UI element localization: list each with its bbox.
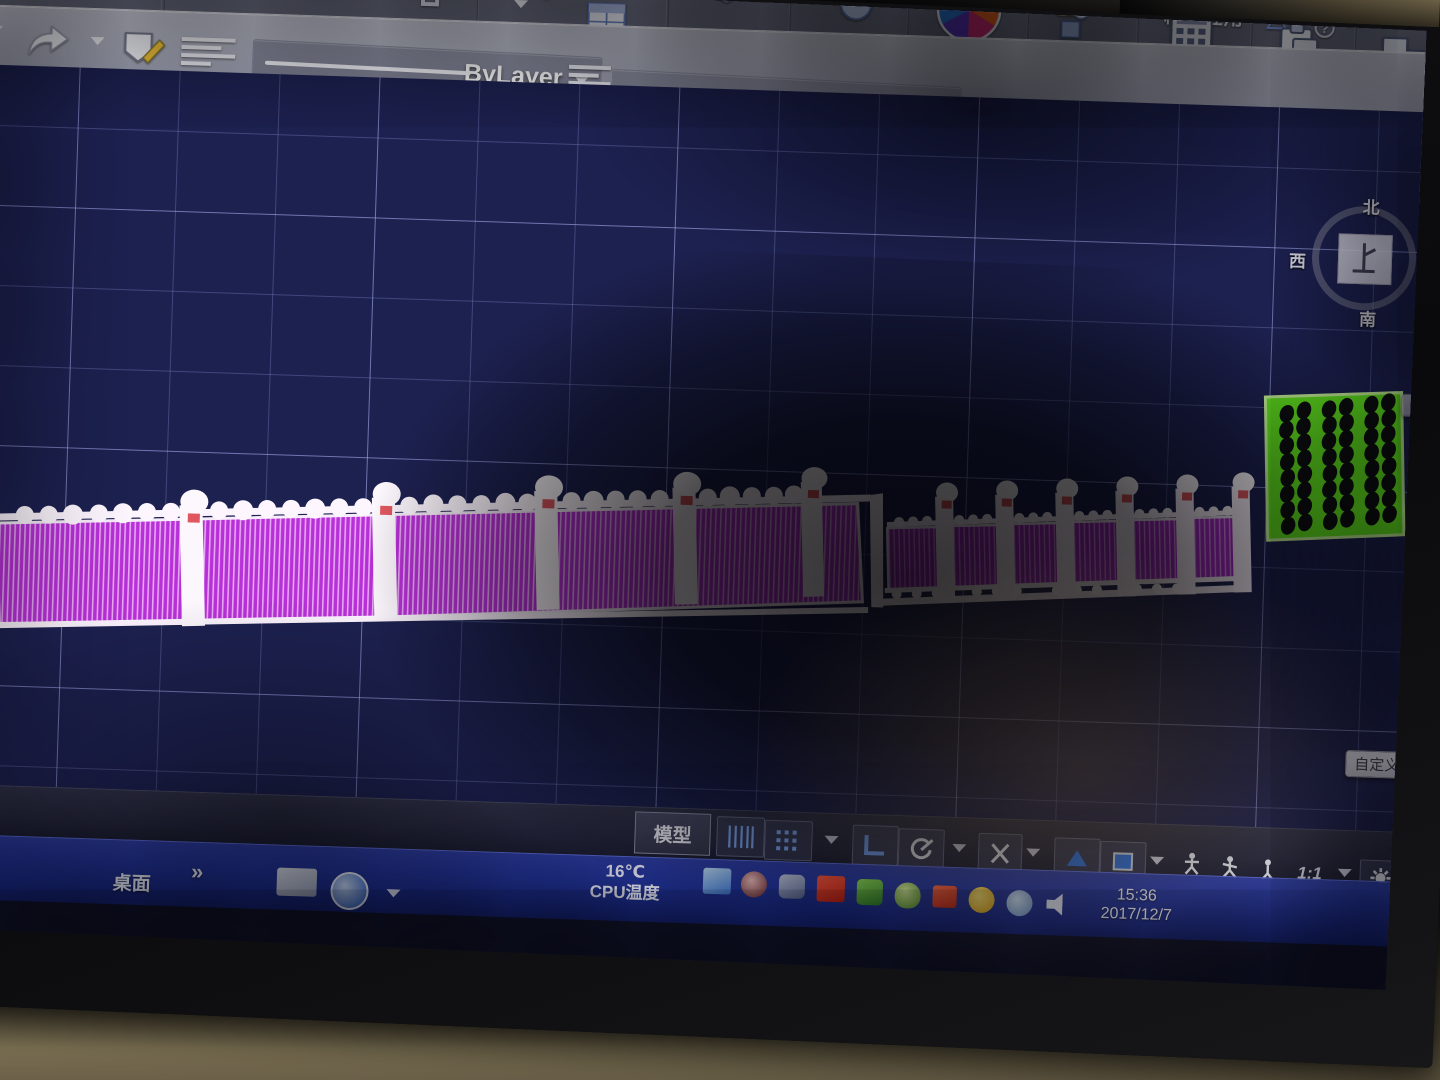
- chamfer-icon[interactable]: [416, 0, 469, 12]
- scale-dropdown-icon[interactable]: [1337, 868, 1352, 878]
- viewcube-label-south[interactable]: 南: [1359, 305, 1377, 331]
- tray-icon-volume[interactable]: [1046, 893, 1067, 916]
- tray-icon-explorer[interactable]: [702, 867, 732, 895]
- osnap-dropdown-icon[interactable]: [1026, 848, 1041, 857]
- viewcube-top-face[interactable]: [1337, 233, 1393, 286]
- railing-right-section: [869, 472, 1255, 608]
- taskbar-expand-chevrons[interactable]: »: [191, 859, 204, 885]
- taskbar-ie-icon[interactable]: [329, 871, 370, 911]
- drawing-canvas[interactable]: 北 南 西 东 编辑块 自定义: [0, 61, 1427, 835]
- taskbar-overflow-icon[interactable]: [386, 889, 401, 898]
- tray-icon-yellow[interactable]: [968, 886, 995, 914]
- grid-display-button[interactable]: [715, 816, 766, 858]
- autocad-application: 可视化 视图 管理 输出 附加模块 Autodesk 360 BIM 360 精…: [0, 0, 1427, 990]
- tray-icon-browser[interactable]: [740, 870, 768, 898]
- match-properties-icon[interactable]: [120, 26, 169, 72]
- tray-icon-user[interactable]: [1006, 889, 1033, 917]
- railing-elevation-drawing[interactable]: [0, 62, 1427, 835]
- linetype-preview-line: [264, 60, 471, 76]
- polar-dropdown-icon[interactable]: [952, 843, 967, 853]
- snap-mode-button[interactable]: [763, 819, 814, 862]
- photo-scene: 可视化 视图 管理 输出 附加模块 Autodesk 360 BIM 360 精…: [0, 0, 1440, 1080]
- tray-icon-speaker-red[interactable]: [932, 885, 958, 909]
- text-dropdown-icon[interactable]: [513, 0, 529, 9]
- cpu-temperature-readout: 16℃ CPU温度: [564, 859, 685, 905]
- undo-dropdown-icon[interactable]: [0, 25, 4, 34]
- cpu-temp-label: CPU温度: [589, 881, 660, 904]
- railing-left-section: [0, 467, 871, 629]
- annotation-dropdown-icon[interactable]: [1149, 856, 1165, 865]
- selected-green-block: [1263, 391, 1406, 542]
- tray-icon-shield[interactable]: [894, 882, 922, 909]
- snap-dropdown-icon[interactable]: [824, 835, 839, 845]
- viewcube-label-west[interactable]: 西: [1289, 247, 1307, 273]
- tray-icon-app-green[interactable]: [856, 878, 884, 906]
- redo-icon[interactable]: [22, 19, 73, 63]
- clock-date: 2017/12/7: [1100, 904, 1173, 925]
- taskbar-desktop-label[interactable]: 桌面: [112, 868, 151, 896]
- ortho-mode-button[interactable]: [851, 824, 899, 867]
- layers-icon[interactable]: [695, 0, 771, 14]
- taskbar-clock[interactable]: 15:36 2017/12/7: [1082, 884, 1191, 926]
- redo-dropdown-icon[interactable]: [90, 36, 105, 46]
- monitor: 可视化 视图 管理 输出 附加模块 Autodesk 360 BIM 360 精…: [0, 0, 1440, 1069]
- right-post-cap: [936, 472, 1255, 503]
- monitor-screen: 可视化 视图 管理 输出 附加模块 Autodesk 360 BIM 360 精…: [0, 0, 1427, 990]
- polar-tracking-button[interactable]: [897, 828, 945, 870]
- layer-list-icon[interactable]: [180, 34, 237, 72]
- tray-icon-cloud[interactable]: [778, 874, 806, 900]
- taskbar-folder-icon[interactable]: [276, 867, 318, 897]
- tray-icon-app-red[interactable]: [816, 875, 846, 903]
- viewcube-label-north[interactable]: 北: [1362, 193, 1380, 219]
- model-tab[interactable]: 模型: [633, 811, 712, 856]
